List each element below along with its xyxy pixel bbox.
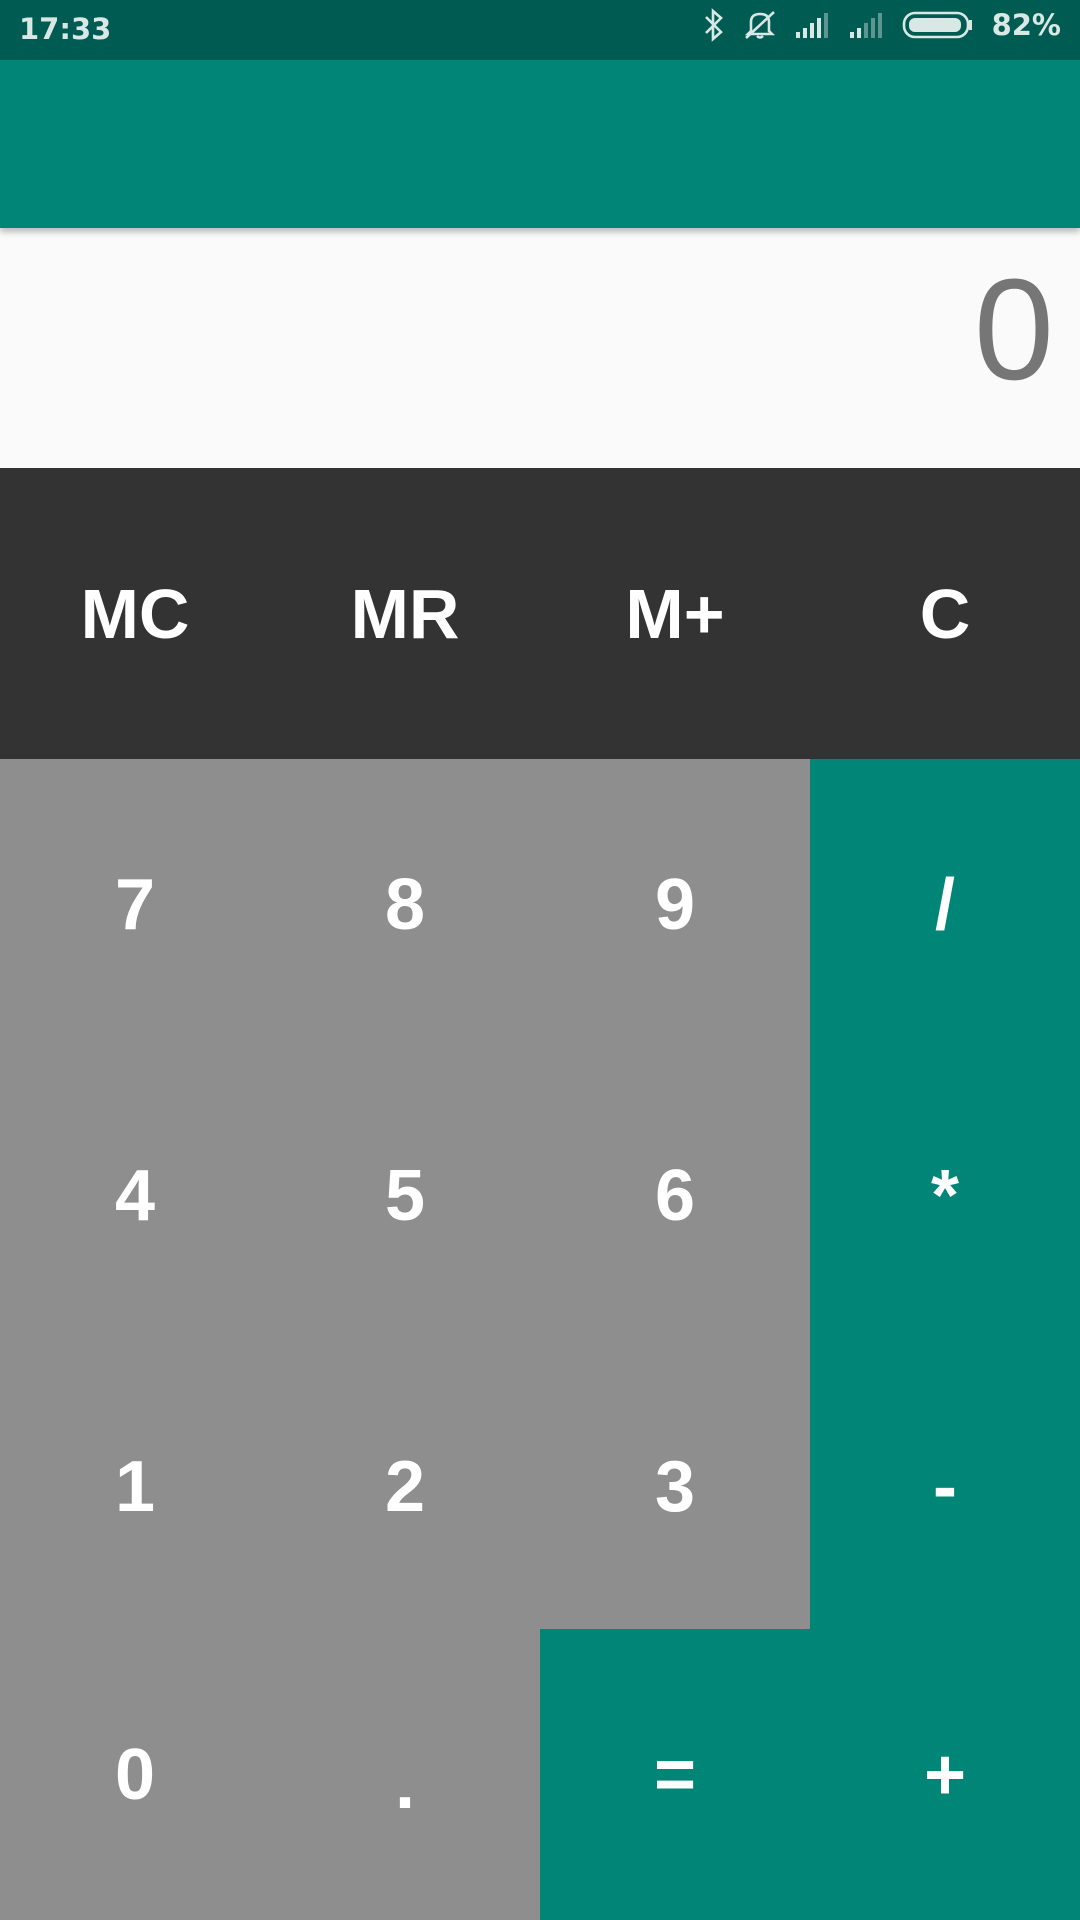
memory-row: MC MR M+ C (0, 468, 1080, 759)
key-9[interactable]: 9 (540, 759, 810, 1050)
decimal-point-button[interactable]: . (270, 1629, 540, 1920)
key-0[interactable]: 0 (0, 1629, 270, 1920)
divide-button[interactable]: / (810, 759, 1080, 1050)
keypad: 7 8 9 / 4 5 6 * 1 2 3 - 0 . = + (0, 759, 1080, 1920)
subtract-button[interactable]: - (810, 1341, 1080, 1632)
signal-icon (794, 10, 832, 40)
add-button[interactable]: + (810, 1629, 1080, 1920)
memory-clear-button[interactable]: MC (0, 468, 270, 759)
memory-recall-button[interactable]: MR (270, 468, 540, 759)
key-2[interactable]: 2 (270, 1341, 540, 1632)
calculator-display: 0 (0, 228, 1080, 468)
memory-add-button[interactable]: M+ (540, 468, 810, 759)
key-8[interactable]: 8 (270, 759, 540, 1050)
key-4[interactable]: 4 (0, 1050, 270, 1341)
multiply-button[interactable]: * (810, 1050, 1080, 1341)
signal-icon (848, 10, 886, 40)
app-bar (0, 60, 1080, 228)
key-5[interactable]: 5 (270, 1050, 540, 1341)
clear-button[interactable]: C (810, 468, 1080, 759)
battery-percent: 82% (991, 8, 1061, 42)
battery-icon (902, 10, 974, 40)
key-6[interactable]: 6 (540, 1050, 810, 1341)
status-icons: 82% (702, 8, 1061, 42)
equals-button[interactable]: = (540, 1629, 810, 1920)
display-value: 0 (973, 249, 1054, 410)
bluetooth-icon (702, 8, 726, 42)
key-3[interactable]: 3 (540, 1341, 810, 1632)
vibrate-off-icon (742, 8, 778, 42)
key-7[interactable]: 7 (0, 759, 270, 1050)
status-time: 17:33 (19, 12, 112, 46)
status-bar: 17:33 82% (0, 0, 1080, 60)
key-1[interactable]: 1 (0, 1341, 270, 1632)
